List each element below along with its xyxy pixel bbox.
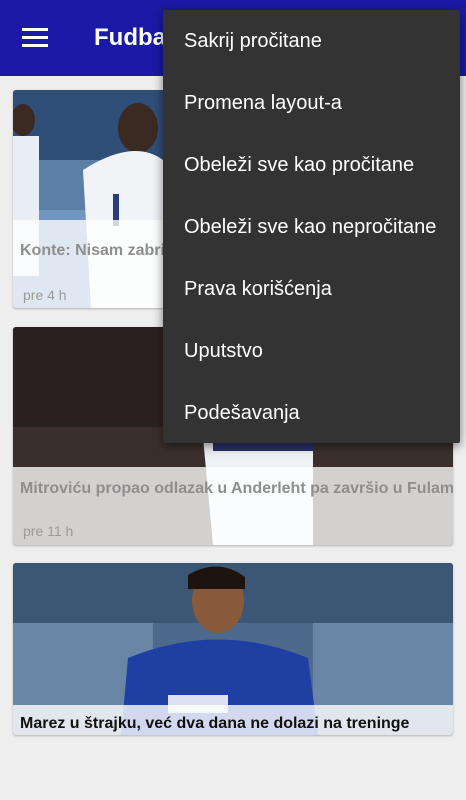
read-overlay [13, 467, 453, 545]
article-card[interactable]: Marez u štrajku, već dva dana ne dolazi … [13, 563, 453, 735]
menu-item-mark-all-read[interactable]: Obeleži sve kao pročitane [163, 134, 460, 196]
article-title: Konte: Nisam zabrin [20, 242, 175, 259]
menu-item-hide-read[interactable]: Sakrij pročitane [163, 10, 460, 72]
article-time: pre 11 h [23, 523, 74, 539]
hamburger-menu-icon[interactable] [22, 28, 48, 48]
article-title: Marez u štrajku, već dva dana ne dolazi … [20, 715, 410, 732]
article-time: pre 4 h [23, 287, 67, 303]
menu-item-instructions[interactable]: Uputstvo [163, 320, 460, 382]
app-title: Fudba [94, 24, 166, 51]
article-title: Mitroviću propao odlazak u Anderleht pa … [20, 480, 453, 497]
menu-item-change-layout[interactable]: Promena layout-a [163, 72, 460, 134]
menu-item-mark-all-unread[interactable]: Obeleži sve kao nepročitane [163, 196, 460, 258]
menu-item-settings[interactable]: Podešavanja [163, 382, 460, 444]
overflow-menu: Sakrij pročitane Promena layout-a Obelež… [163, 10, 460, 443]
menu-item-terms-of-use[interactable]: Prava korišćenja [163, 258, 460, 320]
